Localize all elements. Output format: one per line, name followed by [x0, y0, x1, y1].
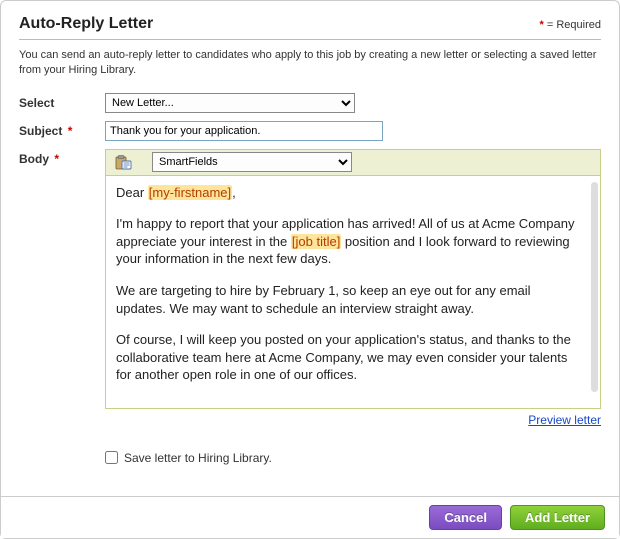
required-star-icon: * — [540, 19, 544, 31]
smartfields-dropdown[interactable]: SmartFields — [152, 152, 352, 172]
required-legend-text: = Required — [547, 19, 601, 31]
save-label: Save letter to Hiring Library. — [124, 451, 272, 465]
editor-toolbar: SmartFields — [106, 150, 600, 176]
editor-body[interactable]: Dear [my-firstname], I'm happy to report… — [106, 176, 600, 408]
body-paragraph-3: Of course, I will keep you posted on you… — [116, 331, 582, 384]
body-paragraph-1: I'm happy to report that your applicatio… — [116, 215, 582, 268]
intro-text: You can send an auto-reply letter to can… — [19, 48, 601, 79]
dialog-footer: Cancel Add Letter — [1, 496, 619, 538]
save-row: Save letter to Hiring Library. — [105, 451, 601, 465]
smartfield-token: [my-firstname] — [148, 185, 232, 200]
required-legend: * = Required — [540, 19, 601, 31]
label-body: Body * — [19, 149, 105, 166]
dialog-header: Auto-Reply Letter * = Required — [19, 15, 601, 40]
select-letter-dropdown[interactable]: New Letter... — [105, 93, 355, 113]
editor-scrollbar[interactable] — [591, 182, 598, 392]
smartfield-token: [job title] — [291, 234, 341, 249]
editor: SmartFields Dear [my-firstname], I'm hap… — [105, 149, 601, 409]
row-body: Body * SmartF — [19, 149, 601, 427]
label-select: Select — [19, 93, 105, 110]
required-star-icon: * — [54, 152, 59, 166]
required-star-icon: * — [68, 124, 73, 138]
subject-input[interactable] — [105, 121, 383, 141]
label-subject: Subject * — [19, 121, 105, 138]
page-title: Auto-Reply Letter — [19, 15, 153, 33]
save-to-library-checkbox[interactable] — [105, 451, 118, 464]
paste-icon[interactable] — [114, 154, 132, 170]
body-greeting: Dear [my-firstname], — [116, 184, 582, 202]
cancel-button[interactable]: Cancel — [429, 505, 502, 530]
preview-letter-link[interactable]: Preview letter — [528, 413, 601, 427]
add-letter-button[interactable]: Add Letter — [510, 505, 605, 530]
preview-row: Preview letter — [105, 413, 601, 427]
row-select: Select New Letter... — [19, 93, 601, 113]
row-subject: Subject * — [19, 121, 601, 141]
body-paragraph-2: We are targeting to hire by February 1, … — [116, 282, 582, 317]
